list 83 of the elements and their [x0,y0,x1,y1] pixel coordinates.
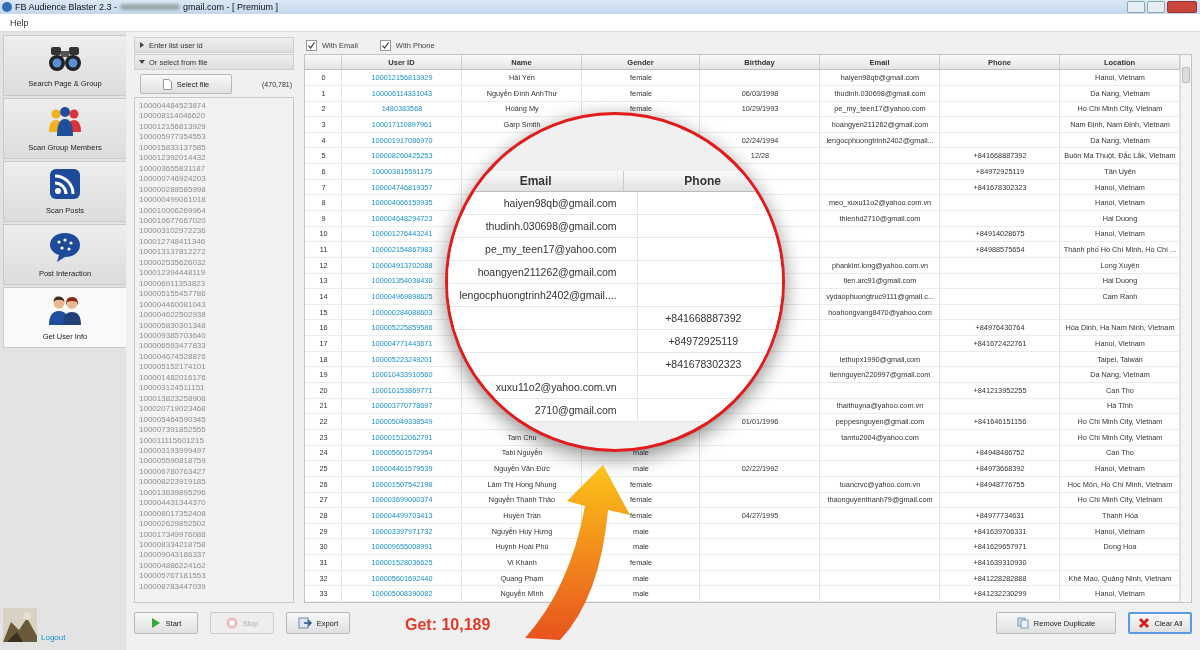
list-item: 100005767181553 [139,571,207,582]
maximize-button[interactable] [1147,1,1165,13]
checkbox[interactable] [379,40,391,52]
list-item: 100004886224162 [139,560,207,572]
list-item: 100004460081043 [139,299,207,311]
table-cell: lengocphuongtrinh2402@gmail.... [459,289,617,301]
list-item: 100001482016176 [139,372,207,384]
list-item: 100000499061018 [139,195,207,206]
table-cell: +841678302323 [665,358,742,370]
table-cell: pe_my_teen17@yahoo.com [485,243,617,255]
list-item: 100006911353823 [139,278,207,290]
list-item: 100008223919185 [139,477,207,488]
list-item: 100012748411346 [139,236,207,248]
users-icon [48,294,82,326]
list-item: 100010677667020 [139,216,207,227]
list-item: 100009043186337 [139,550,207,561]
list-item: 100017349976088 [139,529,207,541]
list-item: 100005590818759 [139,456,207,467]
list-item: 100006780763427 [139,466,207,478]
list-item: 100013823258908 [139,393,207,405]
chat-bubble-icon [49,231,81,263]
copy-icon [1016,617,1029,629]
list-item: 100007391852555 [139,425,207,436]
result-count: Get: 10,189 [405,616,491,634]
people-group-icon [48,105,82,137]
list-item: 100011115601215 [139,435,205,446]
table-cell: hoangyen211262@gmail.com [477,266,617,278]
caret-icon [139,59,145,65]
list-item: 100005152174101 [139,362,207,373]
list-item: 100002629852502 [139,519,207,530]
list-item: 100004622502938 [139,310,207,321]
list-item: 100013137812272 [139,247,207,258]
logout-link[interactable]: Logout [41,633,66,642]
list-item: 100012156813929 [139,121,207,133]
list-item: 100005155457786 [139,289,207,300]
window-title: FB Audience Blaster 2.3 - [15,2,118,12]
table-cell: xuxu11o2@yahoo.com.vn [495,381,617,393]
list-item: 100012394448119 [139,268,207,279]
table-cell: +84972925119 [668,335,739,347]
list-item: 100002535626032 [139,257,207,269]
list-item: 100000288585998 [139,184,207,196]
window-title: gmail.com - [ Premium ] [183,2,279,12]
menu-item[interactable]: Help [0,17,39,28]
table-cell: 2710@gmail.com [534,404,617,416]
list-item: 100005464590345 [139,414,207,426]
table-cell: haiyen98qb@gmail.com [503,197,617,209]
list-item: 100020719023468 [139,404,207,415]
list-item: 100003193999497 [139,445,207,457]
list-item: 100005830301348 [139,320,207,331]
app-icon [2,2,12,12]
table-cell: thudinh.030698@gmail.com [485,220,617,232]
scrollbar[interactable] [1180,55,1191,602]
table-cell: +841668887392 [665,312,742,324]
list-item: 100009385703640 [139,330,207,342]
rss-icon [49,168,81,200]
list-item: 100008334218758 [139,540,207,551]
list-item: 100004484523874 [139,101,207,112]
export-icon [297,617,312,629]
caret-icon [139,42,145,48]
list-item: 100012392014432 [139,153,207,164]
id-list[interactable] [134,97,294,603]
play-icon [150,617,161,629]
list-item: 100008017352408 [139,508,207,520]
list-item: 100013639895296 [139,487,207,499]
list-item: 100000746924203 [139,174,207,185]
list-item: 100015833137585 [139,142,207,154]
list-item: 100010006269964 [139,205,207,216]
list-item: 100004431344370 [139,498,207,509]
list-item: 100008783447039 [139,581,207,593]
close-button[interactable] [1167,1,1197,13]
minimize-button[interactable] [1127,1,1145,13]
list-item: 100005977354553 [139,132,207,143]
checkbox[interactable] [306,40,317,52]
list-item: 100004674528876 [139,351,207,363]
file-icon [162,78,172,90]
list-item: 100003655831187 [139,163,207,175]
list-item: 100006593477833 [139,341,207,352]
list-item: 100008114046620 [139,111,207,122]
close-icon [1137,617,1150,629]
list-item: 100003124511151 [139,383,206,394]
redaction-blur [120,4,181,10]
stop-icon [225,617,238,629]
list-item: 100003102972236 [139,226,207,237]
